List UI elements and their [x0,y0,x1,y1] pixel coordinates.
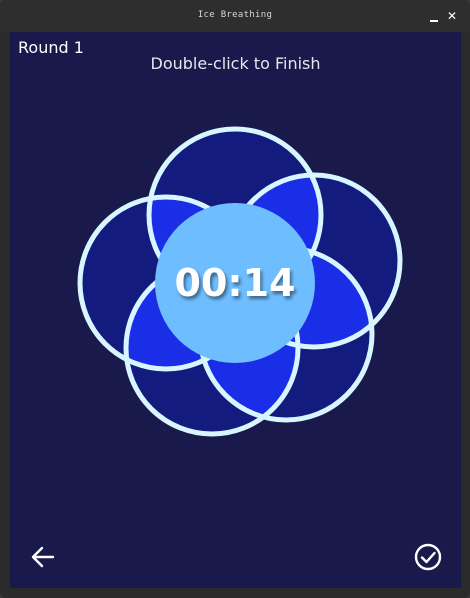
arrow-left-icon[interactable] [30,544,56,570]
main-content[interactable]: Round 1 Double-click to Finish 00:14 [10,32,461,588]
minimize-button[interactable] [426,8,442,24]
title-bar[interactable]: Ice Breathing ✕ [0,0,470,32]
window-title: Ice Breathing [197,10,273,20]
timer-display[interactable]: 00:14 [155,203,315,363]
check-circle-icon[interactable] [413,542,443,572]
close-button[interactable]: ✕ [444,8,460,24]
app-window: Ice Breathing ✕ Round 1 Double-click to … [0,0,470,598]
